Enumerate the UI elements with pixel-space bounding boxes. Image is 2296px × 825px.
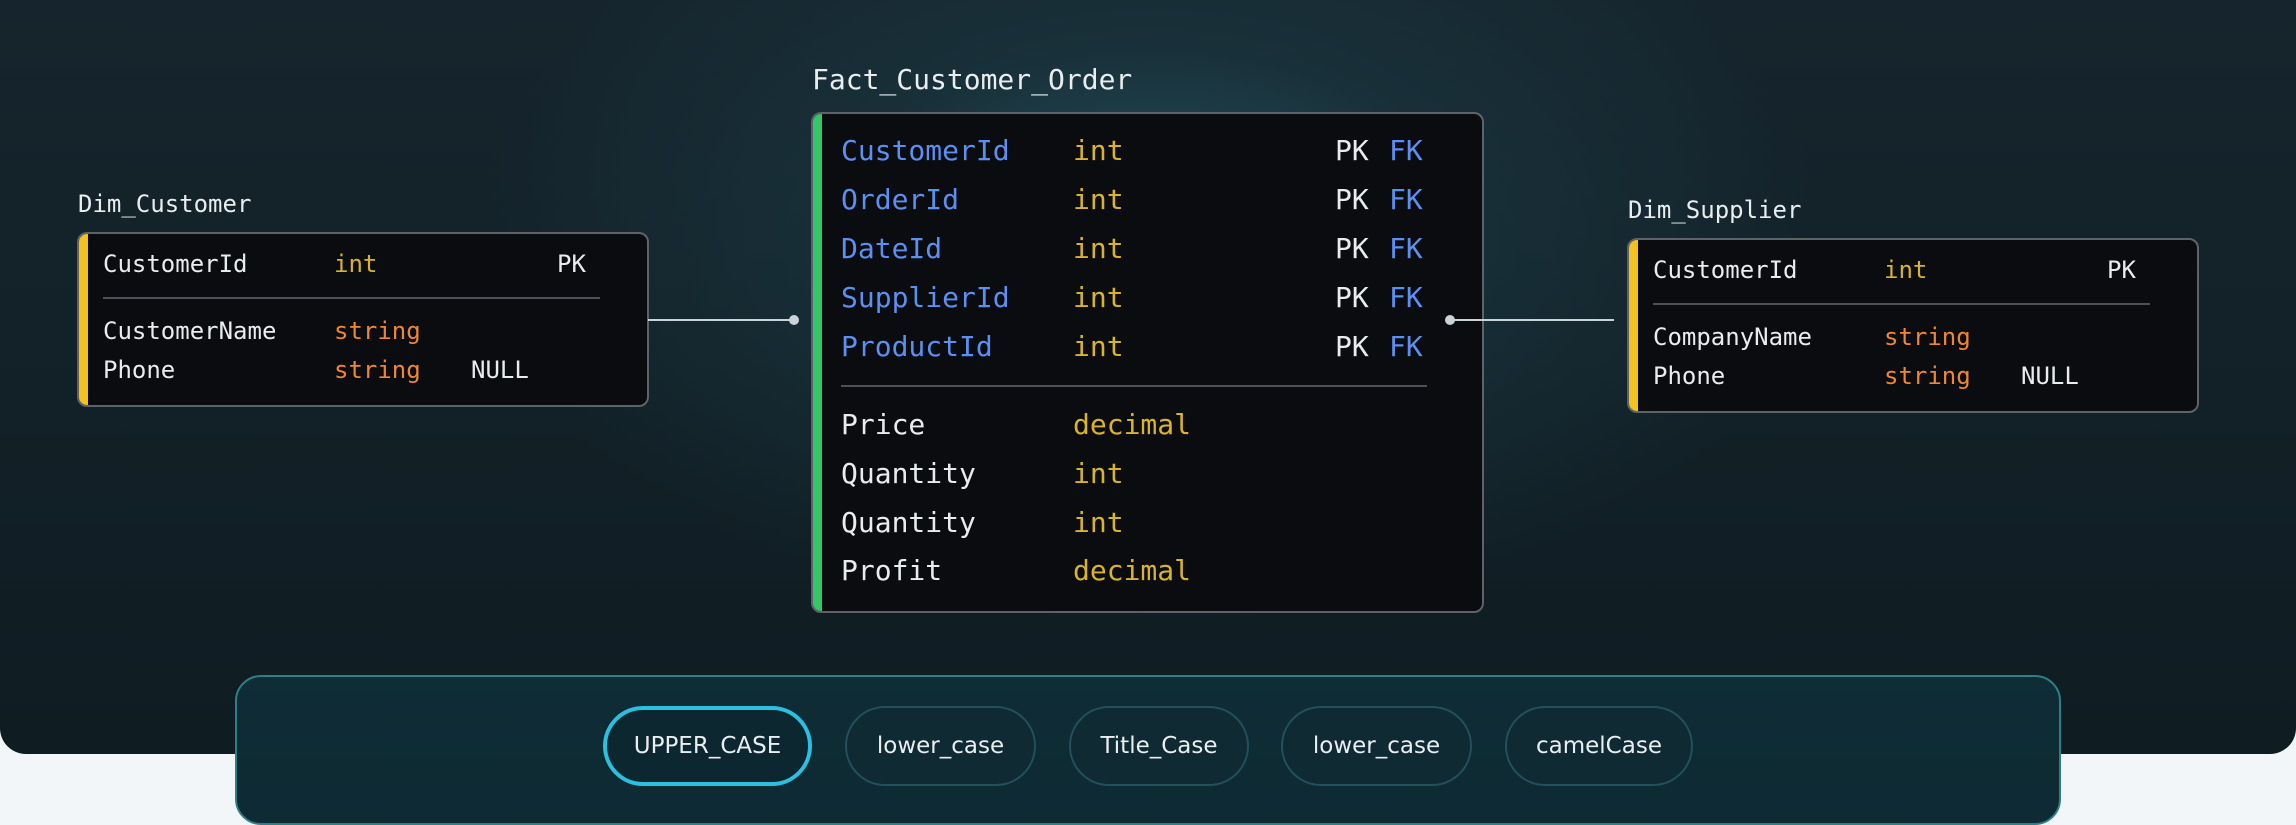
table-row: CustomerName string (79, 317, 647, 349)
field-type: int (334, 250, 378, 278)
table-row: CustomerId int PK FK (813, 134, 1482, 170)
case-option-title-case[interactable]: Title_Case (1069, 706, 1249, 786)
fk-marker: FK (1389, 232, 1423, 265)
case-option-camel-case[interactable]: camelCase (1505, 706, 1693, 786)
key-divider (1653, 303, 2150, 305)
field-type: string (1884, 323, 1971, 351)
table-title-dim-customer: Dim_Customer (78, 190, 252, 218)
table-dim-supplier[interactable]: CustomerId int PK CompanyName string Pho… (1627, 238, 2199, 413)
table-row: CustomerId int PK (79, 250, 647, 282)
null-marker: NULL (471, 356, 529, 384)
table-dim-customer[interactable]: CustomerId int PK CustomerName string Ph… (77, 232, 649, 407)
table-row: CompanyName string (1629, 323, 2197, 355)
table-row: SupplierId int PK FK (813, 281, 1482, 317)
table-row: ProductId int PK FK (813, 330, 1482, 366)
field-name: Phone (1653, 362, 1726, 390)
pk-marker: PK (1335, 232, 1369, 265)
field-type: string (1884, 362, 1971, 390)
key-divider (103, 297, 600, 299)
pk-marker: PK (1335, 183, 1369, 216)
relationship-connector-supplier (1445, 315, 1614, 325)
field-type: string (334, 356, 421, 384)
table-row: Price decimal (813, 408, 1482, 444)
field-type: int (1073, 281, 1124, 314)
field-type: decimal (1073, 408, 1192, 441)
field-name: SupplierId (841, 281, 1010, 314)
pk-marker: PK (1335, 134, 1369, 167)
field-name: Profit (841, 554, 943, 587)
field-name: CustomerId (841, 134, 1010, 167)
case-option-lower-case[interactable]: lower_case (845, 706, 1036, 786)
table-title-fact: Fact_Customer_Order (812, 63, 1133, 96)
table-row: DateId int PK FK (813, 232, 1482, 268)
field-name: Price (841, 408, 926, 441)
null-marker: NULL (2021, 362, 2079, 390)
field-type: string (334, 317, 421, 345)
table-row: Phone string NULL (79, 356, 647, 388)
table-row: Phone string NULL (1629, 362, 2197, 394)
table-fact-customer-order[interactable]: CustomerId int PK FK OrderId int PK FK D… (811, 112, 1484, 613)
field-name: CustomerId (103, 250, 248, 278)
field-name: CustomerName (103, 317, 277, 345)
table-row: OrderId int PK FK (813, 183, 1482, 219)
field-name: Quantity (841, 457, 976, 490)
field-type: int (1073, 232, 1124, 265)
field-type: int (1073, 134, 1124, 167)
field-name: OrderId (841, 183, 960, 216)
field-name: Phone (103, 356, 176, 384)
table-row: Quantity int (813, 506, 1482, 542)
table-row: CustomerId int PK (1629, 256, 2197, 288)
fk-marker: FK (1389, 183, 1423, 216)
field-name: CustomerId (1653, 256, 1798, 284)
field-name: DateId (841, 232, 943, 265)
case-option-upper-case[interactable]: UPPER_CASE (603, 706, 812, 786)
pk-marker: PK (557, 250, 586, 278)
pk-marker: PK (2107, 256, 2136, 284)
table-title-dim-supplier: Dim_Supplier (1628, 196, 1802, 224)
table-row: Profit decimal (813, 554, 1482, 590)
field-name: CompanyName (1653, 323, 1812, 351)
field-type: decimal (1073, 554, 1192, 587)
fk-marker: FK (1389, 134, 1423, 167)
table-row: Quantity int (813, 457, 1482, 493)
field-name: Quantity (841, 506, 976, 539)
field-type: int (1884, 256, 1928, 284)
field-type: int (1073, 183, 1124, 216)
field-name: ProductId (841, 330, 993, 363)
diagram-canvas: Dim_Customer CustomerId int PK CustomerN… (0, 0, 2296, 754)
field-type: int (1073, 330, 1124, 363)
case-option-lower-case-2[interactable]: lower_case (1281, 706, 1472, 786)
pk-marker: PK (1335, 330, 1369, 363)
field-type: int (1073, 457, 1124, 490)
fk-marker: FK (1389, 330, 1423, 363)
key-divider (841, 385, 1427, 387)
fk-marker: FK (1389, 281, 1423, 314)
pk-marker: PK (1335, 281, 1369, 314)
field-type: int (1073, 506, 1124, 539)
relationship-connector-customer (648, 315, 799, 325)
